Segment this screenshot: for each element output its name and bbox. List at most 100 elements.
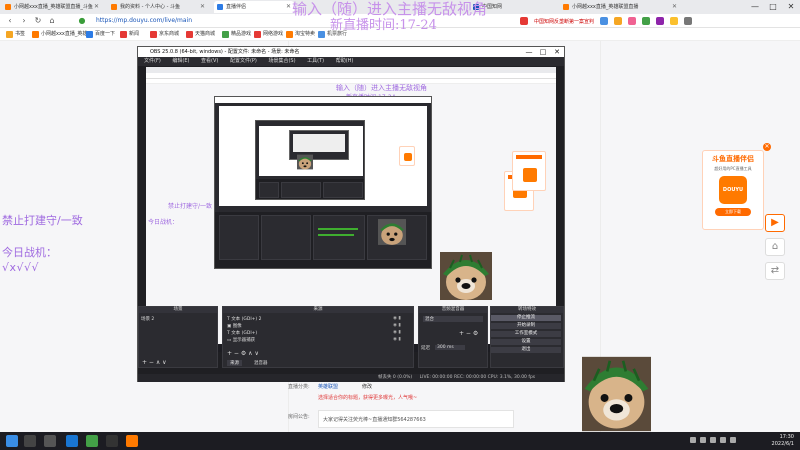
bookmark-item[interactable]: 天猫商城: [186, 30, 215, 39]
bookmark-item[interactable]: 书签: [6, 30, 25, 39]
maximize-button[interactable]: □: [536, 47, 550, 57]
transition-select[interactable]: 混合: [423, 316, 483, 322]
extension-icon[interactable]: [628, 17, 637, 25]
menu-profile[interactable]: 配置文件(P): [230, 58, 257, 64]
close-icon[interactable]: ✕: [200, 1, 205, 13]
taskbar: 17:30 2022/6/1: [0, 432, 800, 450]
browser-tab[interactable]: 小网越xxx直播_英雄联盟直播_斗鱼 ✕: [2, 1, 102, 13]
close-button[interactable]: ✕: [550, 47, 564, 57]
source-item[interactable]: ▭ 显示器捕获: [227, 337, 255, 343]
extension-icon[interactable]: [656, 17, 665, 25]
menu-scene-collection[interactable]: 场景集合(S): [268, 58, 295, 64]
eye-icon[interactable]: ◉ ▮: [393, 330, 401, 335]
stop-stream-button[interactable]: 停止推流: [491, 315, 561, 321]
bookmark-item[interactable]: 百度一下: [86, 30, 115, 39]
browser-tab[interactable]: 小网越xxx直播_英雄联盟直播 ✕: [560, 1, 680, 13]
search-icon[interactable]: [600, 17, 609, 25]
menu-icon[interactable]: [684, 17, 693, 25]
obs-statusbar: 帧丢失 0 (0.0%) LIVE: 00:00:00 REC: 00:00:0…: [138, 374, 564, 382]
window-controls: — □ ✕: [746, 0, 800, 14]
menu-tools[interactable]: 工具(T): [307, 58, 324, 64]
source-controls[interactable]: + − ⚙ ∧ ∨: [227, 350, 259, 357]
search-icon[interactable]: [24, 435, 36, 447]
transition-controls[interactable]: + − ⚙: [459, 330, 478, 337]
browser-tab[interactable]: 我的资料 - 个人中心 - 斗鱼 ✕: [108, 1, 208, 13]
start-record-button[interactable]: 开始录制: [491, 323, 561, 329]
menu-file[interactable]: 文件(F): [144, 58, 161, 64]
studio-mode-button[interactable]: 工作室模式: [491, 331, 561, 337]
delay-input[interactable]: 300 ms: [435, 345, 465, 350]
extension-icon[interactable]: [614, 17, 623, 25]
home-icon[interactable]: ⌂: [46, 15, 58, 27]
tab-mixer[interactable]: 混音器: [251, 360, 271, 366]
browser-tab-active[interactable]: 直播伴侣 ✕: [214, 1, 294, 13]
douyu-icon: [563, 4, 569, 10]
tab-label: 我的资料 - 个人中心 - 斗鱼: [120, 4, 180, 10]
task-view-icon[interactable]: [44, 435, 56, 447]
maximize-button[interactable]: □: [764, 0, 782, 14]
news-ticker[interactable]: 中国知网反垄断第一案宣判: [534, 18, 594, 25]
extension-icon[interactable]: [670, 17, 679, 25]
douyu-icon[interactable]: [126, 435, 138, 447]
tab-label: 小网越xxx直播_英雄联盟直播: [572, 4, 639, 10]
app-icon[interactable]: [86, 435, 98, 447]
bookmark-item[interactable]: 小网越xxx直播_英雄: [32, 30, 87, 39]
source-item[interactable]: T 文本 (GDI+): [227, 330, 257, 336]
menu-edit[interactable]: 编辑(E): [172, 58, 189, 64]
minimize-button[interactable]: —: [746, 0, 764, 14]
close-icon[interactable]: ✕: [672, 1, 677, 13]
eye-icon[interactable]: ◉ ▮: [393, 323, 401, 328]
eye-icon[interactable]: ◉ ▮: [393, 337, 401, 342]
home-icon[interactable]: ⌂: [765, 238, 785, 256]
menu-help[interactable]: 帮助(H): [336, 58, 354, 64]
tab-label: 小网越xxx直播_英雄联盟直播_斗鱼: [14, 4, 93, 10]
tab-sources[interactable]: 来源: [227, 360, 242, 366]
douyu-promo-card[interactable]: 斗鱼直播伴侣 超好用的PC直播工具 DOUYU 立即下载: [702, 150, 764, 230]
webcam-dog: [297, 154, 313, 170]
source-item[interactable]: T 文本 (GDI+) 2: [227, 316, 261, 322]
minimize-button[interactable]: —: [522, 47, 536, 57]
obs-titlebar: OBS 25.0.8 (64-bit, windows) - 配置文件: 未命名…: [138, 47, 564, 57]
clock[interactable]: 17:30 2022/6/1: [772, 434, 794, 448]
obs-title: OBS 25.0.8 (64-bit, windows) - 配置文件: 未命名…: [150, 49, 300, 55]
scenes-header: 场景: [139, 307, 217, 313]
close-icon[interactable]: ✕: [286, 1, 291, 13]
notice-field[interactable]: 大家记得关注荧光棒~直播通知群564287663: [318, 410, 514, 428]
bookmark-item[interactable]: 新闻: [120, 30, 139, 39]
extension-icon[interactable]: [642, 17, 651, 25]
category-value[interactable]: 英雄联盟: [318, 383, 338, 390]
exit-button[interactable]: 退出: [491, 347, 561, 353]
bookmark-item[interactable]: 网络游戏: [254, 30, 283, 39]
settings-button[interactable]: 设置: [491, 339, 561, 345]
forward-icon[interactable]: ›: [18, 15, 30, 27]
tray-icon[interactable]: [690, 437, 696, 443]
bookmark-item[interactable]: 京东商城: [150, 30, 179, 39]
category-edit-link[interactable]: 修改: [362, 383, 372, 390]
close-icon[interactable]: ✕: [763, 143, 771, 151]
start-icon[interactable]: [6, 435, 18, 447]
refresh-icon[interactable]: ↻: [32, 15, 44, 27]
network-icon[interactable]: [710, 437, 716, 443]
download-button[interactable]: 立即下载: [715, 208, 751, 216]
sources-dock: 来源 T 文本 (GDI+) 2 ▣ 图像 T 文本 (GDI+) ▭ 显示器捕…: [222, 306, 414, 368]
controls-header: 转场特效: [491, 307, 563, 313]
ime-icon[interactable]: [730, 437, 736, 443]
bookmark-item[interactable]: 淘宝特卖: [286, 30, 315, 39]
close-icon[interactable]: ✕: [94, 1, 99, 13]
back-icon[interactable]: ‹: [4, 15, 16, 27]
bookmark-item[interactable]: 精品游戏: [222, 30, 251, 39]
source-item[interactable]: ▣ 图像: [227, 323, 242, 329]
address-bar-right: 中国知网反垄断第一案宣判: [520, 16, 790, 26]
eye-icon[interactable]: ◉ ▮: [393, 316, 401, 321]
menu-view[interactable]: 查看(V): [201, 58, 218, 64]
browser-icon[interactable]: [66, 435, 78, 447]
volume-icon[interactable]: [720, 437, 726, 443]
obs-icon[interactable]: [106, 435, 118, 447]
share-icon[interactable]: ⇄: [765, 262, 785, 280]
close-button[interactable]: ✕: [782, 0, 800, 14]
scene-controls[interactable]: + − ∧ ∨: [142, 359, 167, 366]
scene-item[interactable]: 场景 2: [141, 316, 154, 322]
play-icon[interactable]: ▶: [765, 214, 785, 232]
douyu-icon: [111, 4, 117, 10]
tray-icon[interactable]: [700, 437, 706, 443]
